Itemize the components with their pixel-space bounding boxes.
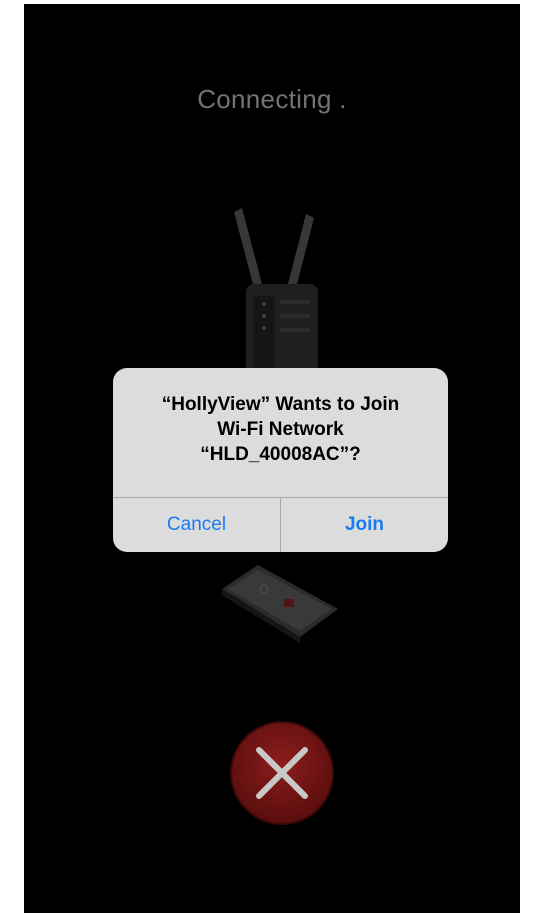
join-button[interactable]: Join: [281, 498, 448, 552]
close-icon[interactable]: [229, 720, 335, 826]
alert-title: “HollyView” Wants to Join Wi-Fi Network …: [161, 394, 400, 465]
app-screen: Connecting . “HollyView” Wants to Join W…: [24, 4, 520, 913]
wifi-join-alert: “HollyView” Wants to Join Wi-Fi Network …: [113, 368, 448, 552]
cancel-button[interactable]: Cancel: [113, 498, 280, 552]
